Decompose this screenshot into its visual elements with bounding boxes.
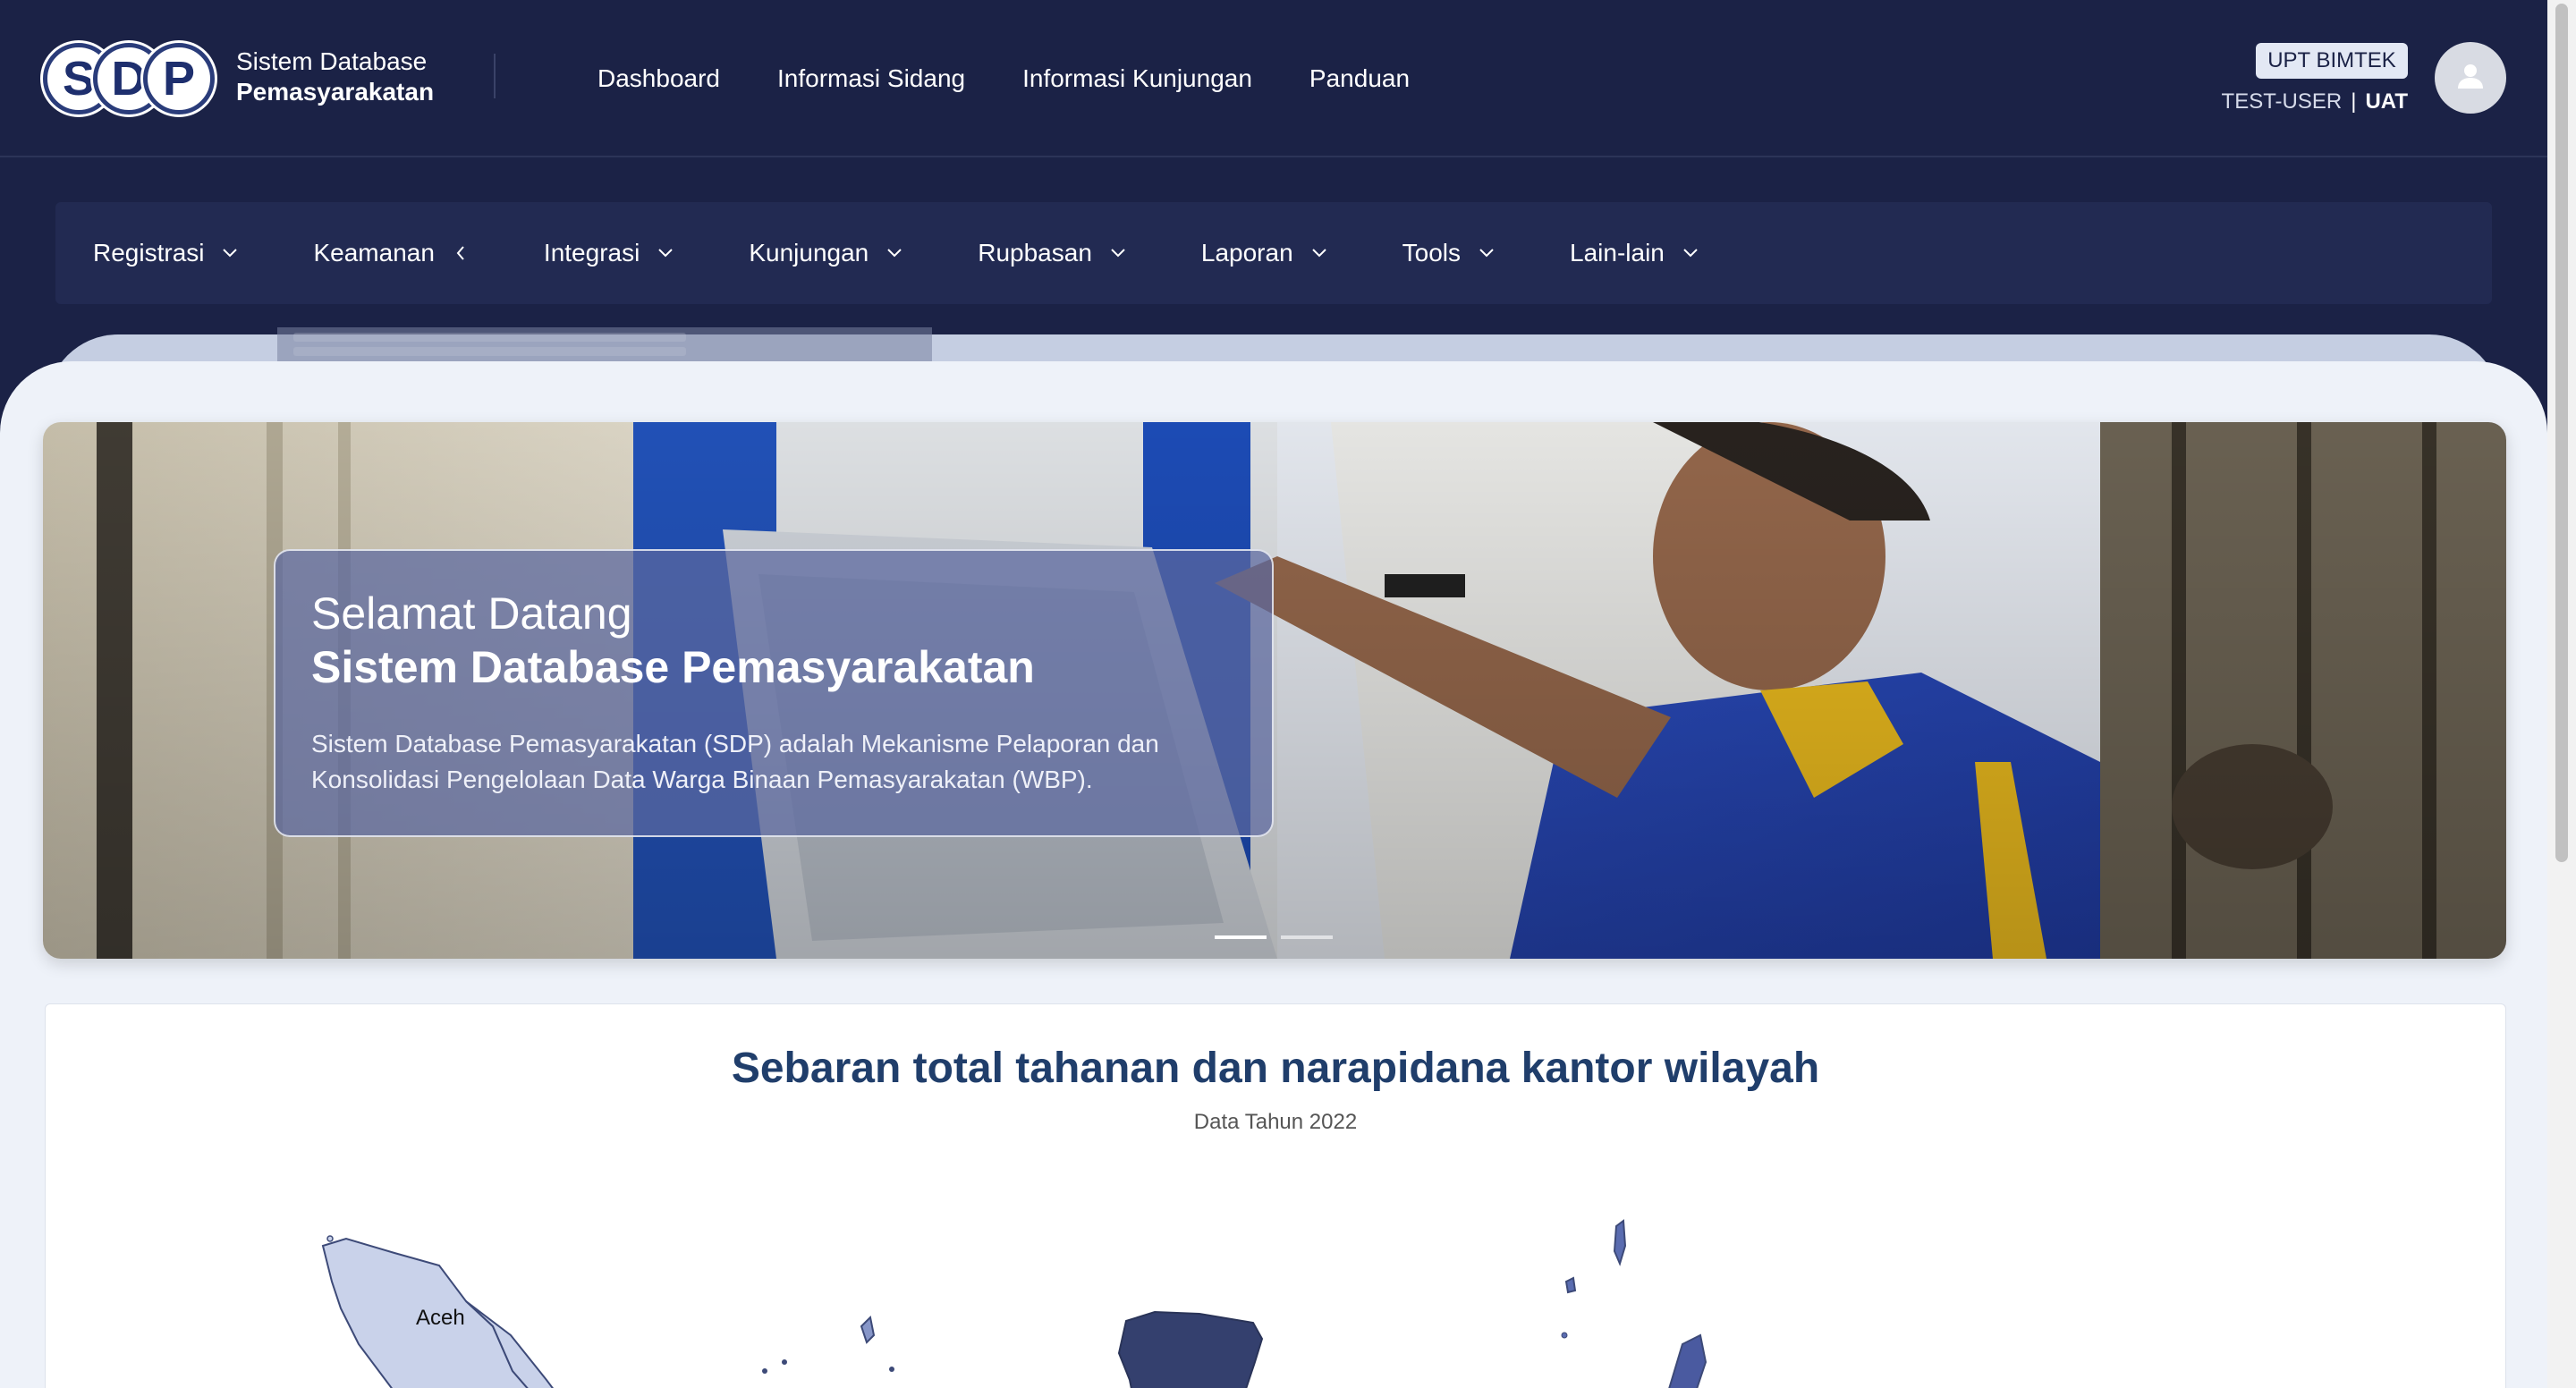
menu-registrasi[interactable]: Registrasi: [93, 239, 240, 267]
chevron-down-icon: [885, 243, 904, 263]
chevron-down-icon: [1108, 243, 1128, 263]
map-island: [1613, 1219, 1627, 1266]
chevron-down-icon: [220, 243, 240, 263]
welcome-card: Selamat Datang Sistem Database Pemasyara…: [274, 549, 1274, 837]
map-label-aceh: Aceh: [416, 1306, 465, 1330]
menu-label: Registrasi: [93, 239, 205, 267]
map-region-kalimantan: [1117, 1310, 1264, 1388]
sdp-logo[interactable]: S D P: [43, 43, 215, 114]
menu-label: Integrasi: [543, 239, 640, 267]
menu-label: Keamanan: [313, 239, 435, 267]
welcome-title: Selamat Datang: [311, 588, 632, 639]
chevron-down-icon: [656, 243, 675, 263]
top-nav: Dashboard Informasi Sidang Informasi Kun…: [597, 61, 1410, 97]
welcome-description: Sistem Database Pemasyarakatan (SDP) ada…: [311, 730, 1159, 793]
unit-badge[interactable]: UPT BIMTEK: [2256, 43, 2408, 79]
map-island: [1564, 1276, 1577, 1294]
main-content: Selamat Datang Sistem Database Pemasyara…: [0, 361, 2547, 1388]
map-island: [860, 1315, 876, 1344]
nav-panduan[interactable]: Panduan: [1309, 61, 1410, 97]
menu-tools[interactable]: Tools: [1402, 239, 1496, 267]
nav-dashboard[interactable]: Dashboard: [597, 61, 720, 97]
menu-label: Kunjungan: [749, 239, 869, 267]
nav-informasi-sidang[interactable]: Informasi Sidang: [777, 61, 965, 97]
user-info: TEST-USER | UAT: [2222, 89, 2408, 114]
hero-carousel[interactable]: Selamat Datang Sistem Database Pemasyara…: [43, 422, 2506, 959]
chevron-down-icon: [1309, 243, 1329, 263]
nav-informasi-kunjungan[interactable]: Informasi Kunjungan: [1022, 61, 1252, 97]
avatar[interactable]: [2435, 42, 2506, 114]
menu-rupbasan[interactable]: Rupbasan: [978, 239, 1128, 267]
page-scrollbar[interactable]: [2547, 0, 2576, 1388]
menu-keamanan[interactable]: Keamanan: [313, 239, 470, 267]
main-menu: Registrasi Keamanan Integrasi Kunjungan …: [55, 202, 2492, 304]
brand-name: Sistem Database Pemasyarakatan: [236, 47, 434, 107]
carousel-indicators: [1215, 935, 1333, 939]
logo-letter-p: P: [143, 43, 215, 114]
menu-label: Rupbasan: [978, 239, 1092, 267]
carousel-indicator-2[interactable]: [1281, 935, 1333, 939]
welcome-system-name: Sistem Database Pemasyarakatan: [311, 642, 1035, 692]
user-icon: [2455, 61, 2486, 96]
chevron-down-icon: [1681, 243, 1700, 263]
menu-integrasi[interactable]: Integrasi: [544, 239, 675, 267]
username: TEST-USER: [2221, 89, 2343, 114]
environment-label: UAT: [2365, 89, 2408, 114]
menu-label: Laporan: [1200, 239, 1293, 267]
menu-label: Tools: [1402, 239, 1462, 267]
map-card: Sebaran total tahanan dan narapidana kan…: [45, 1003, 2506, 1388]
chevron-down-icon: [1477, 243, 1496, 263]
menu-label: Lain-lain: [1570, 239, 1665, 267]
menu-laporan[interactable]: Laporan: [1201, 239, 1329, 267]
brand-line1: Sistem Database: [236, 47, 428, 75]
scrollbar-thumb[interactable]: [2555, 4, 2568, 862]
map-region-maluku: [1668, 1333, 1707, 1388]
carousel-indicator-1[interactable]: [1215, 935, 1267, 939]
menu-lain-lain[interactable]: Lain-lain: [1570, 239, 1700, 267]
brand-divider: [494, 54, 496, 98]
top-header: S D P Sistem Database Pemasyarakatan Das…: [0, 0, 2547, 157]
chevron-left-icon: [451, 243, 470, 263]
menu-kunjungan[interactable]: Kunjungan: [749, 239, 904, 267]
indonesia-map[interactable]: Aceh: [46, 1004, 2507, 1388]
user-separator: |: [2351, 89, 2357, 114]
brand-line2: Pemasyarakatan: [236, 78, 435, 106]
